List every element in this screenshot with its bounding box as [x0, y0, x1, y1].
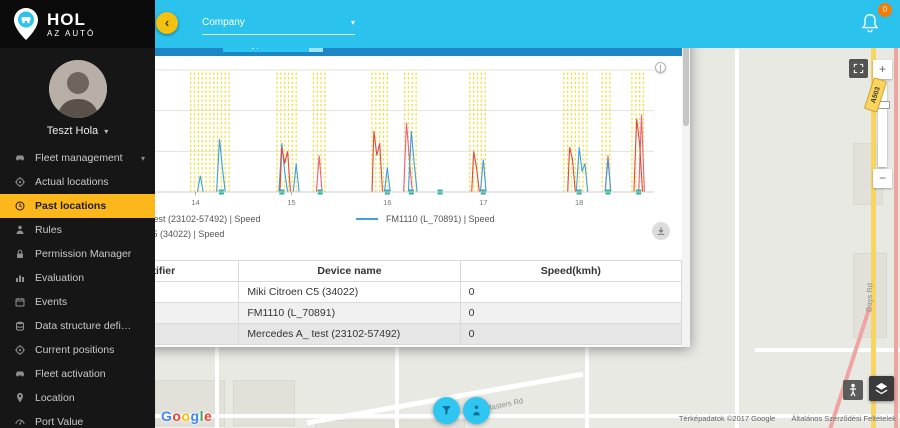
logo-line2: AZ AUTÓ [47, 29, 95, 38]
zoom-in-button[interactable]: + [873, 60, 892, 79]
topbar: HOL AZ AUTÓ Company ▾ 0 [0, 0, 900, 48]
avatar-photo [49, 60, 107, 118]
company-dropdown[interactable]: Company ▾ [202, 17, 355, 35]
zoom-out-button[interactable]: − [873, 169, 892, 188]
history-icon [14, 200, 26, 212]
database-icon [14, 320, 26, 332]
sidebar-item-current-positions[interactable]: Current positions [0, 338, 155, 362]
panel-scrollbar[interactable] [682, 32, 690, 347]
sidebar-item-actual-locations[interactable]: Actual locations [0, 170, 155, 194]
sidebar-item-label: Current positions [35, 344, 114, 356]
target-icon [14, 176, 26, 188]
chevron-down-icon: ▾ [141, 154, 145, 163]
table-cell: 0 [460, 303, 681, 324]
table-cell: FM1110 (L_70891) [239, 303, 460, 324]
svg-text:14: 14 [191, 198, 199, 207]
svg-text:17: 17 [479, 198, 487, 207]
map-attribution: Térképadatok ©2017 Google [679, 414, 775, 423]
sidebar-nav: Fleet management ▾ Actual locations Past lo… [0, 146, 155, 428]
sidebar-item-permission-manager[interactable]: Permission Manager [0, 242, 155, 266]
funnel-icon [440, 404, 453, 417]
sidebar-item-label: Location [35, 392, 75, 404]
chart-icon [14, 272, 26, 284]
sidebar-item-label: Data structure definition [35, 320, 136, 332]
svg-text:18: 18 [575, 198, 583, 207]
layers-icon [874, 381, 889, 396]
sidebar-item-label: Rules [35, 224, 62, 236]
avatar[interactable] [49, 60, 107, 118]
sidebar-item-events[interactable]: Events [0, 290, 155, 314]
svg-text:15: 15 [287, 198, 295, 207]
user-name: Teszt Hola [47, 125, 98, 137]
table-cell: 0 [460, 282, 681, 303]
filter-button[interactable] [433, 397, 460, 424]
sidebar-item-label: Actual locations [35, 176, 109, 188]
notification-badge: 0 [878, 3, 892, 17]
sidebar-item-fleet-management[interactable]: Fleet management ▾ [0, 146, 155, 170]
legend-label: FM1110 (L_70891) | Speed [386, 214, 495, 224]
sidebar-item-port-value[interactable]: Port Value [0, 410, 155, 428]
map-layers-button[interactable] [869, 376, 894, 401]
table-cell: 0 [460, 324, 681, 345]
sidebar-item-evaluation[interactable]: Evaluation [0, 266, 155, 290]
sidebar: Teszt Hola ▾ Fleet management ▾ Actual loc… [0, 48, 155, 428]
table-cell: Miki Citroen C5 (34022) [239, 282, 460, 303]
legend-item: FM1110 (L_70891) | Speed [356, 214, 646, 224]
sidebar-item-label: Fleet management [35, 152, 123, 164]
person-pin-icon [470, 404, 483, 417]
sidebar-item-fleet-activation[interactable]: Fleet activation [0, 362, 155, 386]
app-window: Google Térképadatok ©2017 Google Általán… [0, 0, 900, 428]
person-icon [14, 224, 26, 236]
map-terms-link[interactable]: Általános Szerződési Feltételek [791, 414, 896, 423]
fullscreen-button[interactable] [849, 59, 868, 78]
gauge-icon [14, 416, 26, 428]
road-label: Masters Rd [484, 396, 523, 413]
logo-line1: HOL [47, 11, 95, 28]
column-header[interactable]: Speed(kmh) [460, 261, 681, 282]
company-dropdown-label: Company [202, 17, 351, 28]
lock-icon [14, 248, 26, 260]
sidebar-item-label: Past locations [35, 200, 106, 212]
road-label: Days Rd [864, 283, 874, 312]
svg-text:16: 16 [383, 198, 391, 207]
table-cell: Mercedes A_ test (23102-57492) [239, 324, 460, 345]
chevron-down-icon: ▾ [351, 18, 355, 27]
chevron-down-icon: ▾ [104, 127, 108, 136]
pegman-icon [847, 383, 859, 397]
sidebar-item-past-locations[interactable]: Past locations [0, 194, 155, 218]
calendar-icon [14, 296, 26, 308]
download-icon [656, 226, 666, 236]
street-view-pegman-button[interactable] [843, 380, 863, 400]
bell-icon [860, 12, 880, 34]
chart-range-handle-right[interactable] [655, 62, 666, 73]
sidebar-item-label: Permission Manager [35, 248, 131, 260]
logo-pin-icon [13, 8, 39, 40]
car-icon [14, 152, 26, 164]
sidebar-item-label: Fleet activation [35, 368, 106, 380]
sidebar-item-location[interactable]: Location [0, 386, 155, 410]
sidebar-collapse-button[interactable]: ‹ [156, 12, 178, 34]
legend-swatch [356, 218, 378, 220]
pin-icon [14, 392, 26, 404]
fullscreen-icon [853, 63, 864, 74]
sidebar-item-label: Events [35, 296, 67, 308]
user-menu[interactable]: Teszt Hola ▾ [0, 125, 155, 137]
chart-download-button[interactable] [652, 222, 670, 240]
sidebar-item-label: Port Value [35, 416, 83, 428]
google-logo: Google [161, 408, 212, 424]
locate-person-button[interactable] [463, 397, 490, 424]
app-logo[interactable]: HOL AZ AUTÓ [0, 0, 155, 48]
sidebar-item-rules[interactable]: Rules [0, 218, 155, 242]
target-icon [14, 344, 26, 356]
car-icon [14, 368, 26, 380]
column-header[interactable]: Device name [239, 261, 460, 282]
sidebar-item-data-structure-definition[interactable]: Data structure definition [0, 314, 155, 338]
sidebar-item-label: Evaluation [35, 272, 84, 284]
